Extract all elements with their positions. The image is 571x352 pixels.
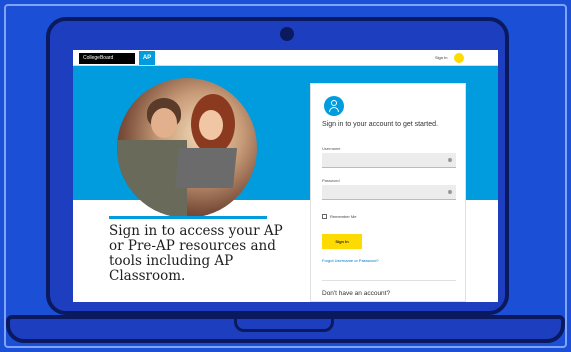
laptop-camera [280,27,294,41]
collegeboard-logo[interactable]: CollegeBoard [79,53,135,64]
forgot-credentials-link[interactable]: Forgot Username or Password? [322,258,379,263]
sign-in-title: Sign in to your account to get started. [322,121,438,128]
remember-me-checkbox[interactable] [322,214,327,219]
no-account-text: Don't have an account? [322,290,391,297]
avatar[interactable] [454,53,464,63]
username-input[interactable] [322,153,456,168]
headline-accent-bar [109,216,267,219]
header-sign-in-link[interactable]: Sign In [435,55,447,60]
user-icon [324,96,344,116]
username-label: Username [322,146,341,151]
laptop-screen: CollegeBoard AP Sign In Sign in to acces… [73,50,498,302]
show-password-icon[interactable] [448,190,452,194]
top-navigation-bar: CollegeBoard AP Sign In [73,50,498,66]
sign-in-button[interactable]: Sign In [322,234,362,249]
ap-logo[interactable]: AP [139,51,155,65]
hero-headline: Sign in to access your AP or Pre-AP reso… [109,223,283,284]
password-input[interactable] [322,185,456,200]
remember-me-label: Remember Me [330,214,357,219]
sign-in-card: Sign in to your account to get started. … [310,83,466,302]
card-divider [322,280,456,281]
password-label: Password [322,178,340,183]
students-photo [117,78,257,218]
clear-icon [448,158,452,162]
laptop-base-notch [234,318,334,332]
